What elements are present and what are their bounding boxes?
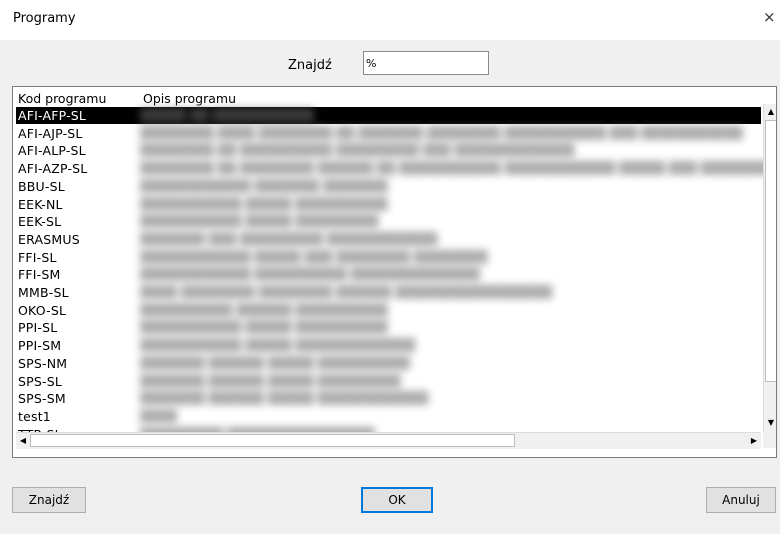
row-code: EEK-SL (18, 214, 62, 230)
find-button[interactable]: Znajdź (12, 487, 86, 513)
close-icon[interactable]: × (763, 8, 776, 26)
row-description: ███████ ██████ █████ █████████ (140, 373, 401, 388)
title-bar: Programy × (0, 0, 780, 40)
row-description: ██████████ ██████ ██████████ (140, 302, 388, 317)
scrollbar-corner (763, 432, 776, 448)
column-header-description[interactable]: Opis programu (143, 91, 236, 106)
table-row[interactable]: AFI-ALP-SL ████████ ██ ██████████ ███████… (16, 142, 761, 159)
row-code: BBU-SL (18, 178, 65, 194)
arrow-right-icon[interactable]: ▶ (747, 434, 761, 448)
row-code: PPI-SM (18, 338, 62, 354)
row-code: MMB-SL (18, 285, 69, 300)
row-description: ███████ ██████ █████ ████████████ (140, 391, 429, 406)
table-row[interactable]: AFI-AZP-SL ████████ ██ ████████ ██████ ██… (16, 160, 776, 177)
row-description: ████████████ ███████ ███████ (140, 178, 388, 193)
table-header: Kod programu Opis programu (16, 91, 761, 107)
row-description: ████████ ██ ██████████ █████████ ███ ███… (140, 143, 575, 158)
vertical-scroll-thumb[interactable] (765, 120, 776, 382)
horizontal-scroll-thumb[interactable] (30, 434, 515, 447)
table-row[interactable]: FFI-SM ████████████ ██████████ ██████████… (16, 266, 761, 283)
horizontal-scrollbar[interactable]: ◀ ▶ (16, 432, 761, 449)
row-description: ████ ████████ ████████ ██████ ██████████… (140, 285, 553, 299)
table-row[interactable]: PPI-SM ███████████ █████ █████████████ (16, 337, 761, 354)
table-row[interactable]: SPS-SL ███████ ██████ █████ █████████ (16, 373, 761, 390)
table-row[interactable]: ERASMUS ███████ ███ █████████ ███████████… (16, 231, 761, 248)
table-row[interactable]: OKO-SL ██████████ ██████ ██████████ (16, 302, 761, 319)
table-row[interactable]: SPS-SM ███████ ██████ █████ ████████████ (16, 390, 761, 407)
cancel-button[interactable]: Anuluj (706, 487, 776, 513)
column-header-code[interactable]: Kod programu (18, 91, 106, 106)
window-title: Programy (13, 11, 76, 26)
row-code: AFI-AFP-SL (18, 108, 87, 123)
row-code: SPS-SM (18, 391, 66, 407)
row-description: ███████████ █████ ██████████ (140, 320, 388, 335)
row-description: ████████ ████ ████████ ██ ███████ ██████… (140, 125, 743, 140)
row-code: EEK-NL (18, 196, 63, 212)
table-row[interactable]: EEK-NL ███████████ █████ ██████████ (16, 196, 761, 213)
table-row[interactable]: EEK-SL ███████████ █████ █████████ (16, 213, 761, 230)
table-row[interactable]: FFI-SL ████████████ █████ ███ ████████ ██… (16, 249, 761, 266)
row-code: OKO-SL (18, 302, 67, 318)
table-row[interactable]: MMB-SL ████ ████████ ████████ ██████ ████… (16, 284, 761, 301)
table-row[interactable]: AFI-AJP-SL ████████ ████ ████████ ██ ████… (16, 125, 761, 142)
row-code: FFI-SL (18, 249, 57, 265)
row-description: ████ (140, 408, 177, 423)
table-row[interactable]: PPI-SL ███████████ █████ ██████████ (16, 319, 761, 336)
programs-table[interactable]: Kod programu Opis programu AFI-AFP-SL ███… (12, 86, 777, 458)
search-input[interactable] (363, 51, 489, 75)
row-description: ███████████ █████ █████████████ (140, 338, 416, 353)
row-description: ███████████ █████ █████████ (140, 214, 379, 229)
row-code: PPI-SL (18, 320, 58, 336)
table-row[interactable]: AFI-AFP-SL █████ ██ ███████████ (16, 107, 761, 124)
row-code: SPS-NM (18, 355, 68, 371)
row-code: test1 (18, 408, 51, 424)
row-code: AFI-ALP-SL (18, 143, 86, 159)
row-description: ████████ ██ ████████ ██████ ██ █████████… (140, 161, 777, 176)
row-description: ████████████ █████ ███ ████████ ████████ (140, 249, 488, 264)
row-code: ERASMUS (18, 231, 80, 247)
arrow-down-icon[interactable]: ▼ (764, 416, 776, 430)
row-code: SPS-SL (18, 373, 63, 389)
row-description: ███████ ██████ █████ ██████████ (140, 355, 410, 370)
row-code: AFI-AJP-SL (18, 125, 83, 141)
vertical-scrollbar[interactable]: ▲ ▼ (763, 104, 776, 447)
arrow-up-icon[interactable]: ▲ (764, 105, 776, 119)
row-description: ████████████ ██████████ ██████████████ (140, 267, 480, 282)
table-row[interactable]: SPS-NM ███████ ██████ █████ ██████████ (16, 355, 761, 372)
ok-button[interactable]: OK (361, 487, 433, 513)
row-description: ███████ ███ █████████ ████████████ (140, 231, 438, 246)
search-label: Znajdź (288, 58, 332, 73)
table-row[interactable]: test1 ████ (16, 408, 761, 425)
arrow-left-icon[interactable]: ◀ (16, 434, 30, 448)
row-code: AFI-AZP-SL (18, 161, 88, 177)
row-code: FFI-SM (18, 267, 61, 283)
row-description: ███████████ █████ ██████████ (140, 196, 388, 211)
table-row[interactable]: BBU-SL ████████████ ███████ ███████ (16, 178, 761, 195)
row-description: █████ ██ ███████████ (140, 108, 314, 122)
